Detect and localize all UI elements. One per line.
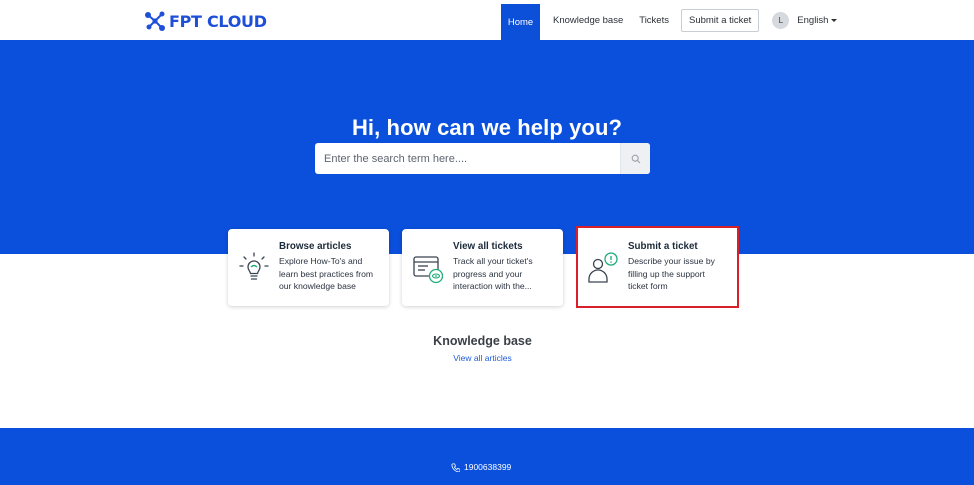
card-content: Browse articles Explore How-To's and lea… bbox=[279, 241, 379, 306]
user-avatar[interactable]: L bbox=[772, 11, 790, 29]
language-dropdown[interactable]: English bbox=[797, 14, 838, 26]
card-submit-ticket[interactable]: Submit a ticket Describe your issue by f… bbox=[576, 226, 739, 308]
caret-down-icon bbox=[831, 18, 838, 22]
phone-number: 1900638399 bbox=[464, 462, 512, 472]
lightbulb-icon bbox=[239, 252, 269, 280]
search-input[interactable] bbox=[315, 143, 620, 174]
card-description: Describe your issue by filling up the su… bbox=[628, 256, 715, 291]
card-content: View all tickets Track all your ticket's… bbox=[453, 241, 553, 306]
ticket-view-icon bbox=[413, 256, 444, 284]
search-icon bbox=[631, 154, 640, 163]
nav-submit-ticket-button[interactable]: Submit a ticket bbox=[680, 8, 760, 32]
card-title: Submit a ticket bbox=[628, 241, 698, 252]
phone-icon bbox=[451, 462, 460, 472]
main-nav: Home Knowledge base Tickets Submit a tic… bbox=[501, 0, 838, 40]
card-content: Submit a ticket Describe your issue by f… bbox=[628, 241, 727, 306]
nav-home[interactable]: Home bbox=[501, 4, 540, 40]
fpt-cloud-logo[interactable]: FPT CLOUD bbox=[144, 9, 267, 33]
hero-title: Hi, how can we help you? bbox=[351, 115, 623, 140]
top-navbar: FPT CLOUD Home Knowledge base Tickets Su… bbox=[0, 0, 974, 40]
footer: 1900638399 bbox=[0, 428, 974, 485]
card-browse-articles[interactable]: Browse articles Explore How-To's and lea… bbox=[228, 229, 389, 306]
view-all-articles-link[interactable]: View all articles bbox=[0, 353, 965, 363]
card-title: View all tickets bbox=[453, 241, 523, 252]
card-title: Browse articles bbox=[279, 241, 352, 252]
search-button[interactable] bbox=[620, 143, 650, 174]
card-description: Explore How-To's and learn best practice… bbox=[279, 256, 374, 291]
knowledge-base-heading: Knowledge base bbox=[433, 334, 532, 348]
logo-network-icon bbox=[145, 11, 165, 31]
footer-phone[interactable]: 1900638399 bbox=[451, 462, 511, 472]
search-bar bbox=[315, 143, 650, 174]
user-alert-icon bbox=[588, 252, 618, 283]
language-label: English bbox=[797, 14, 829, 26]
card-description: Track all your ticket's progress and you… bbox=[453, 256, 533, 291]
logo-text: FPT CLOUD bbox=[169, 11, 267, 31]
nav-tickets[interactable]: Tickets bbox=[631, 0, 677, 40]
card-view-all-tickets[interactable]: View all tickets Track all your ticket's… bbox=[402, 229, 563, 306]
nav-knowledge-base[interactable]: Knowledge base bbox=[545, 0, 631, 40]
hero-banner: Hi, how can we help you? bbox=[0, 40, 974, 254]
